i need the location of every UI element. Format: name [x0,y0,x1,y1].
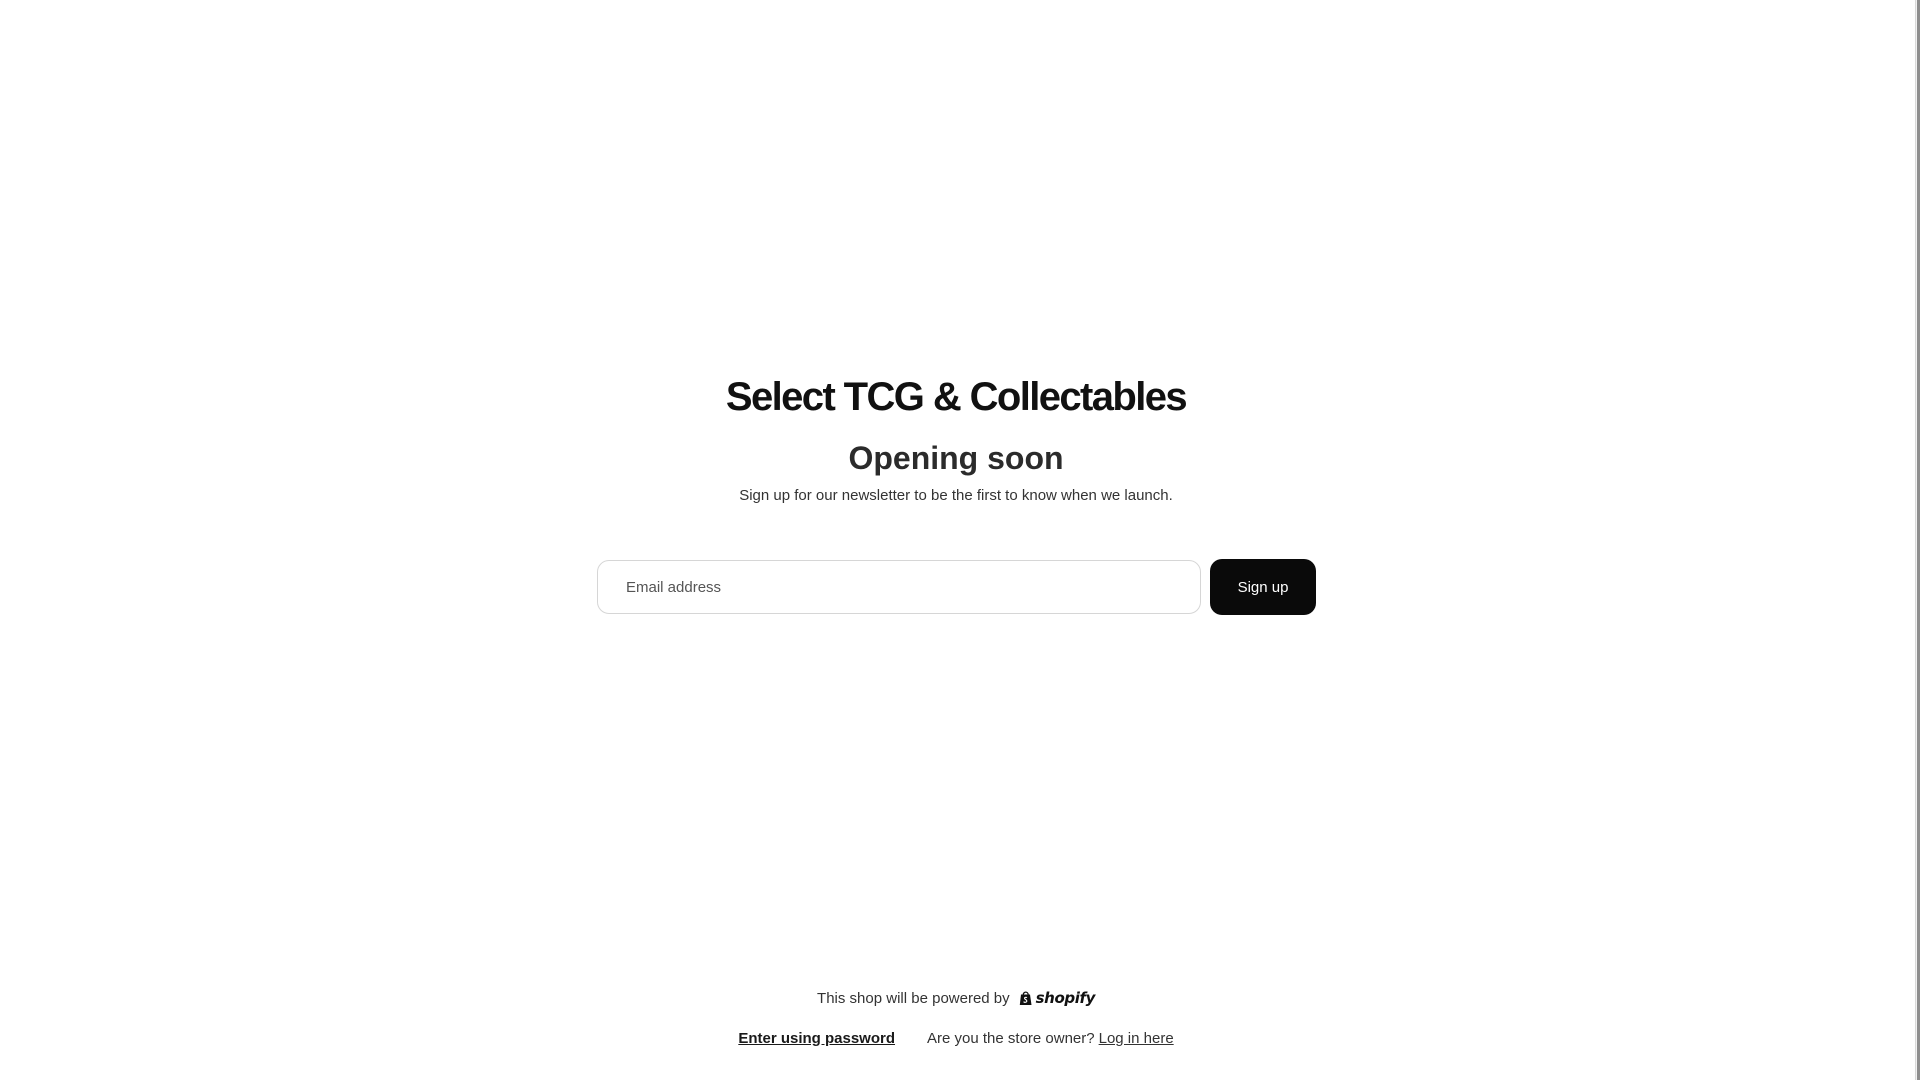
powered-by-text: This shop will be powered by [817,989,1010,1007]
sign-up-button[interactable]: Sign up [1210,559,1316,615]
scrollbar-track[interactable] [1915,0,1920,1080]
hero-section: Select TCG & Collectables Opening soon S… [0,368,1912,508]
email-field[interactable] [597,560,1201,614]
shopify-bag-icon [1019,991,1032,1005]
footer: This shop will be powered by shopify Ent… [0,986,1912,1050]
powered-by-row: This shop will be powered by shopify [0,986,1912,1010]
password-page: Select TCG & Collectables Opening soon S… [0,0,1920,1080]
newsletter-form: Sign up [597,559,1316,615]
store-name: Select TCG & Collectables [725,375,1188,419]
log-in-here-link[interactable]: Log in here [1099,1030,1174,1047]
shopify-logo: shopify [1019,989,1095,1007]
main-content: Select TCG & Collectables Opening soon S… [0,0,1912,1080]
enter-using-password-link[interactable]: Enter using password [738,1030,895,1047]
newsletter-subtext: Sign up for our newsletter to be the fir… [739,487,1173,504]
footer-links-row: Enter using password Are you the store o… [0,1026,1912,1050]
shopify-wordmark: shopify [1035,989,1096,1007]
store-owner-question: Are you the store owner? [927,1029,1095,1047]
opening-heading: Opening soon [848,440,1064,476]
